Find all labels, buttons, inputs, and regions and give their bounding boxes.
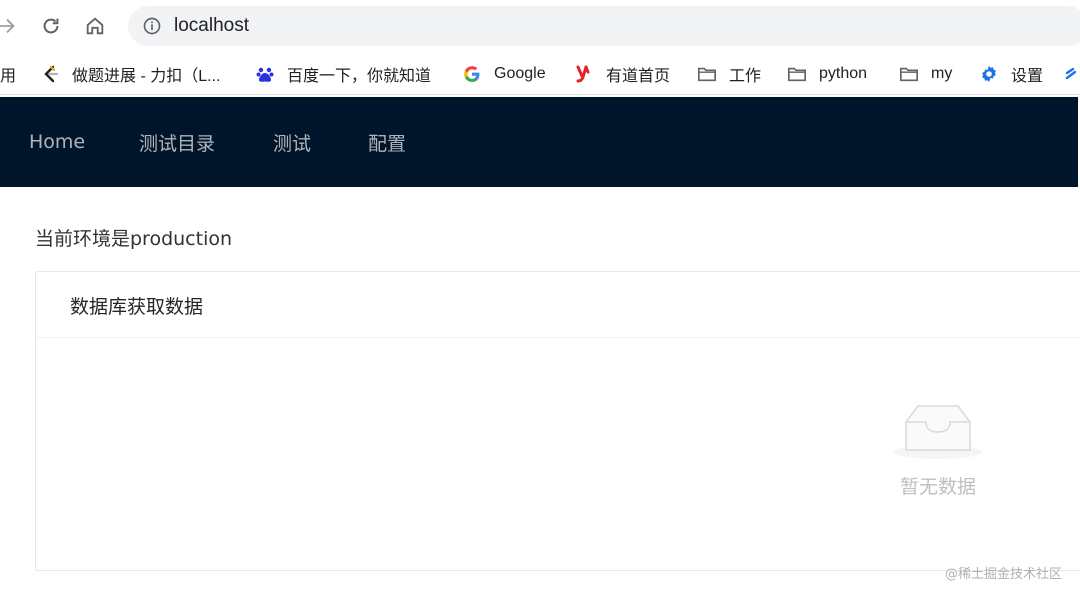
- forward-button[interactable]: [0, 10, 22, 42]
- bookmark-youdao[interactable]: 有道首页: [574, 54, 670, 94]
- bookmark-label: my: [931, 65, 953, 82]
- address-bar[interactable]: localhost: [128, 6, 1080, 46]
- bookmark-label: python: [819, 65, 868, 82]
- home-icon: [86, 17, 104, 35]
- nav-item-config[interactable]: 配置: [368, 97, 406, 187]
- gear-icon: [979, 64, 999, 84]
- app-header-nav: Home 测试目录 测试 配置: [0, 97, 1078, 187]
- bookmark-label: 设置: [1011, 68, 1044, 85]
- nav-item-test[interactable]: 测试: [273, 97, 311, 187]
- bookmark-label: Google: [494, 65, 546, 82]
- forward-arrow-icon: [0, 18, 15, 34]
- youdao-icon: [574, 64, 594, 84]
- bookmark-settings[interactable]: 设置: [979, 54, 1043, 94]
- card-header: 数据库获取数据: [36, 272, 1080, 338]
- bookmark-folder-work[interactable]: 工作: [697, 54, 761, 94]
- folder-icon: [787, 64, 807, 84]
- empty-state: 暂无数据: [892, 402, 984, 499]
- data-card: 数据库获取数据 暂无数据: [35, 271, 1080, 571]
- bookmark-label: 做题进展 - 力扣（L...: [72, 68, 221, 85]
- folder-icon: [899, 64, 919, 84]
- bookmark-folder-python[interactable]: python: [787, 54, 867, 94]
- google-g-icon: [462, 64, 482, 84]
- empty-text: 暂无数据: [899, 476, 976, 498]
- card-title: 数据库获取数据: [70, 296, 204, 318]
- info-icon[interactable]: [142, 16, 162, 36]
- reload-icon: [43, 18, 59, 34]
- folder-icon: [697, 64, 717, 84]
- baidu-paw-icon: [255, 64, 275, 84]
- bookmark-partial-icon: [1064, 64, 1080, 84]
- browser-toolbar: localhost: [0, 0, 1080, 52]
- leetcode-icon: [40, 64, 60, 84]
- watermark: @稀土掘金技术社区: [944, 567, 1062, 582]
- bookmark-leetcode[interactable]: 做题进展 - 力扣（L...: [40, 54, 220, 94]
- bookmark-apps[interactable]: 用: [0, 54, 16, 94]
- bookmarks-bar: 用 做题进展 - 力扣（L... 百度一下，你就知道 Google 有道首页 工…: [0, 54, 1080, 95]
- nav-item-home[interactable]: Home: [29, 97, 85, 187]
- url-text: localhost: [174, 15, 249, 36]
- bookmark-label: 工作: [729, 68, 762, 85]
- bookmark-label: 有道首页: [606, 68, 671, 85]
- nav-item-test-directory[interactable]: 测试目录: [139, 97, 215, 187]
- bookmark-label: 用: [0, 68, 17, 85]
- bookmark-folder-my[interactable]: my: [899, 54, 952, 94]
- environment-text: 当前环境是production: [35, 228, 233, 250]
- reload-button[interactable]: [36, 10, 66, 42]
- empty-inbox-icon: [894, 405, 982, 459]
- bookmark-google[interactable]: Google: [462, 54, 546, 94]
- home-button[interactable]: [80, 10, 110, 42]
- bookmark-baidu[interactable]: 百度一下，你就知道: [255, 54, 431, 94]
- bookmark-label: 百度一下，你就知道: [287, 68, 432, 85]
- bookmark-overflow[interactable]: [1064, 54, 1080, 94]
